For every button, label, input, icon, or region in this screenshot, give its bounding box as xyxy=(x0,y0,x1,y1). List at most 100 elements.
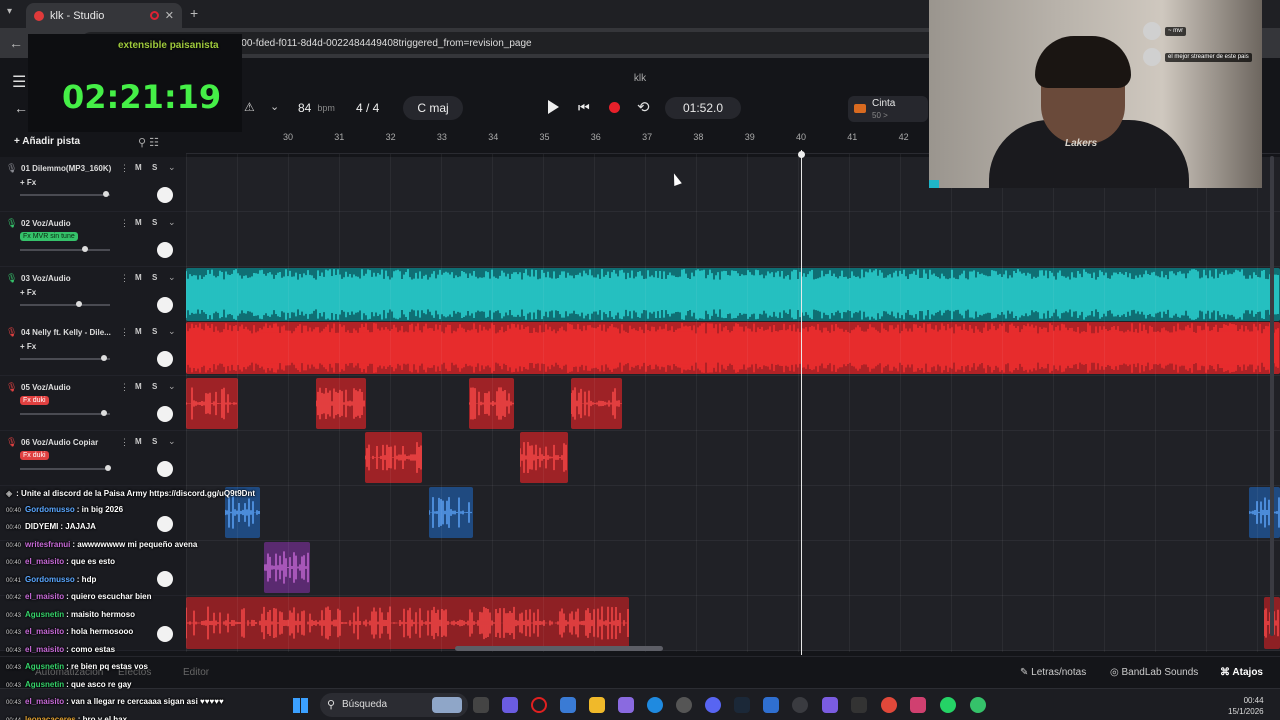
solo-button[interactable]: S xyxy=(152,218,157,227)
volume-slider[interactable] xyxy=(20,246,110,252)
tape-button[interactable]: Cinta 50 > xyxy=(848,96,928,122)
new-tab-icon[interactable]: + xyxy=(190,5,198,21)
track-fx-badge[interactable]: Fx duki xyxy=(20,451,49,460)
track-header[interactable]: 🎙 06 Voz/Audio Copiar Fx duki ⋮ M S ⌄ xyxy=(0,431,186,486)
solo-button[interactable]: S xyxy=(152,382,157,391)
track-add-fx[interactable]: + Fx xyxy=(20,342,36,351)
volume-slider[interactable] xyxy=(20,191,110,197)
track-options-icon[interactable]: ⋮ xyxy=(120,327,129,338)
track-name[interactable]: 05 Voz/Audio xyxy=(21,383,71,392)
track-header[interactable]: 🎙 05 Voz/Audio Fx duki ⋮ M S ⌄ xyxy=(0,376,186,431)
back-icon[interactable]: ← xyxy=(9,35,23,51)
track-options-icon[interactable]: ⋮ xyxy=(120,163,129,174)
pan-knob[interactable] xyxy=(157,351,173,367)
volume-slider[interactable] xyxy=(20,410,110,416)
playhead-position[interactable]: 01:52.0 xyxy=(665,97,741,119)
track-add-fx[interactable]: + Fx xyxy=(20,178,36,187)
audio-clip[interactable] xyxy=(429,487,473,538)
solo-button[interactable]: S xyxy=(152,437,157,446)
file-explorer-icon[interactable] xyxy=(589,697,605,713)
track-add-fx[interactable]: + Fx xyxy=(20,288,36,297)
shortcuts-button[interactable]: ⌘ Atajos xyxy=(1220,667,1263,678)
tab-menu-icon[interactable]: ▾ xyxy=(7,6,12,17)
track-expand-icon[interactable]: ⌄ xyxy=(168,436,176,447)
volume-slider[interactable] xyxy=(20,301,110,307)
lyrics-notes-button[interactable]: ✎ Letras/notas xyxy=(1020,667,1086,678)
pan-knob[interactable] xyxy=(157,242,173,258)
volume-thumb[interactable] xyxy=(100,410,107,416)
add-track-button[interactable]: + Añadir pista xyxy=(14,136,80,147)
track-options-icon[interactable]: ⋮ xyxy=(120,437,129,448)
tempo-control[interactable]: 84 bpm xyxy=(298,96,335,120)
time-signature[interactable]: 4 / 4 xyxy=(356,96,379,120)
track-expand-icon[interactable]: ⌄ xyxy=(168,326,176,337)
rewind-button[interactable]: ⏮ xyxy=(578,100,590,116)
search-highlight-icon[interactable] xyxy=(432,697,462,713)
back-to-library-icon[interactable]: ← xyxy=(14,100,28,116)
track-header[interactable]: 🎙 02 Voz/Audio Fx MVR sin tune ⋮ M S ⌄ xyxy=(0,212,186,267)
app-icon[interactable] xyxy=(822,697,838,713)
audio-clip[interactable] xyxy=(520,432,568,483)
track-fx-badge[interactable]: Fx MVR sin tune xyxy=(20,232,78,241)
metronome-dropdown-icon[interactable]: ⌄ xyxy=(270,100,279,113)
mute-button[interactable]: M xyxy=(135,437,142,446)
play-button[interactable] xyxy=(548,100,559,114)
vpn-icon[interactable] xyxy=(763,697,779,713)
solo-button[interactable]: S xyxy=(152,273,157,282)
audio-clip[interactable] xyxy=(365,432,422,483)
playhead[interactable] xyxy=(801,150,802,655)
mute-button[interactable]: M xyxy=(135,382,142,391)
vertical-scrollbar[interactable] xyxy=(1270,156,1274,636)
pan-knob[interactable] xyxy=(157,406,173,422)
track-lane[interactable] xyxy=(186,212,1280,267)
volume-thumb[interactable] xyxy=(81,246,88,252)
track-header[interactable]: 🎙 03 Voz/Audio + Fx ⋮ M S ⌄ xyxy=(0,267,186,322)
volume-thumb[interactable] xyxy=(100,355,107,361)
mute-button[interactable]: M xyxy=(135,218,142,227)
volume-thumb[interactable] xyxy=(75,301,82,307)
edge-icon[interactable] xyxy=(647,697,663,713)
track-header[interactable]: 🎙 04 Nelly ft. Kelly - Dile... + Fx ⋮ M … xyxy=(0,321,186,376)
key-selector[interactable]: C maj xyxy=(403,96,463,120)
track-fx-badge[interactable]: Fx duki xyxy=(20,396,49,405)
chrome-icon[interactable] xyxy=(881,697,897,713)
menu-icon[interactable]: ☰ xyxy=(12,72,26,92)
active-app-icon[interactable] xyxy=(910,697,926,713)
audio-clip[interactable] xyxy=(571,378,622,429)
track-header[interactable]: 🎙 01 Dilemmo(MP3_160K) + Fx ⋮ M S ⌄ xyxy=(0,157,186,212)
copilot-icon[interactable] xyxy=(502,697,518,713)
record-button[interactable] xyxy=(609,102,620,113)
settings-icon[interactable] xyxy=(676,697,692,713)
volume-slider[interactable] xyxy=(20,355,110,361)
track-name[interactable]: 01 Dilemmo(MP3_160K) xyxy=(21,164,111,173)
audio-clip[interactable] xyxy=(186,268,1280,321)
browser-tab[interactable]: klk - Studio ✕ xyxy=(26,3,182,28)
chrome-profile-icon[interactable] xyxy=(970,697,986,713)
track-tools-icon[interactable]: ⚲ ☷ xyxy=(138,136,159,149)
track-expand-icon[interactable]: ⌄ xyxy=(168,381,176,392)
discord-icon[interactable] xyxy=(705,697,721,713)
task-view-icon[interactable] xyxy=(473,697,489,713)
solo-button[interactable]: S xyxy=(152,327,157,336)
steam-icon[interactable] xyxy=(734,697,750,713)
metronome-icon[interactable]: ⚠ xyxy=(244,100,255,114)
audio-clip[interactable] xyxy=(186,378,238,429)
track-name[interactable]: 06 Voz/Audio Copiar xyxy=(21,438,98,447)
volume-thumb[interactable] xyxy=(102,191,109,197)
audio-clip[interactable] xyxy=(316,378,366,429)
track-options-icon[interactable]: ⋮ xyxy=(120,218,129,229)
audio-clip[interactable] xyxy=(469,378,514,429)
track-options-icon[interactable]: ⋮ xyxy=(120,273,129,284)
pen-app-icon[interactable] xyxy=(618,697,634,713)
mute-button[interactable]: M xyxy=(135,273,142,282)
track-lane[interactable] xyxy=(186,431,1280,486)
mute-button[interactable]: M xyxy=(135,163,142,172)
volume-thumb[interactable] xyxy=(105,465,112,471)
horizontal-scrollbar[interactable] xyxy=(455,646,663,651)
close-tab-icon[interactable]: ✕ xyxy=(165,9,174,22)
audio-clip[interactable] xyxy=(1249,487,1280,538)
obs-icon[interactable] xyxy=(792,697,808,713)
track-options-icon[interactable]: ⋮ xyxy=(120,382,129,393)
track-name[interactable]: 02 Voz/Audio xyxy=(21,219,71,228)
track-lane[interactable] xyxy=(186,541,1280,596)
